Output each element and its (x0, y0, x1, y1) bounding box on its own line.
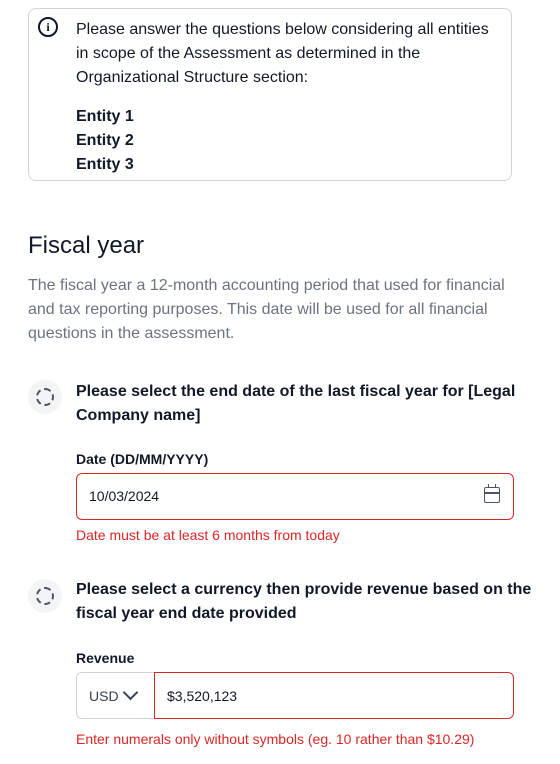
chevron-down-icon (122, 684, 139, 701)
entity-list: Entity 1 Entity 2 Entity 3 (76, 105, 134, 177)
dashed-circle-icon (36, 388, 54, 406)
entity-item: Entity 3 (76, 156, 134, 173)
currency-value: USD (89, 688, 119, 704)
entity-item: Entity 2 (76, 132, 134, 149)
revenue-field-label: Revenue (76, 650, 135, 666)
fiscal-year-end-date-input[interactable]: 10/03/2024 (76, 473, 514, 520)
question-status-icon (28, 380, 62, 414)
question-status-icon (28, 579, 62, 613)
currency-select[interactable]: USD (76, 672, 154, 719)
revenue-input[interactable]: $3,520,123 (154, 672, 514, 719)
entity-item: Entity 1 (76, 108, 134, 125)
revenue-input-value: $3,520,123 (167, 688, 238, 704)
section-description: The fiscal year a 12-month accounting pe… (28, 277, 505, 342)
calendar-icon[interactable] (484, 484, 500, 503)
info-message: Please answer the questions below consid… (76, 21, 489, 86)
fiscal-year-end-question: Please select the end date of the last f… (76, 383, 516, 424)
date-input-value: 10/03/2024 (89, 488, 160, 504)
revenue-error-message: Enter numerals only without symbols (eg.… (76, 731, 475, 747)
revenue-question: Please select a currency then provide re… (76, 581, 532, 622)
date-field-label: Date (DD/MM/YYYY) (76, 451, 209, 467)
section-title: Fiscal year (28, 232, 145, 259)
info-icon: i (38, 17, 58, 37)
date-error-message: Date must be at least 6 months from toda… (76, 527, 340, 543)
info-callout: i Please answer the questions below cons… (28, 8, 512, 181)
dashed-circle-icon (36, 587, 54, 605)
